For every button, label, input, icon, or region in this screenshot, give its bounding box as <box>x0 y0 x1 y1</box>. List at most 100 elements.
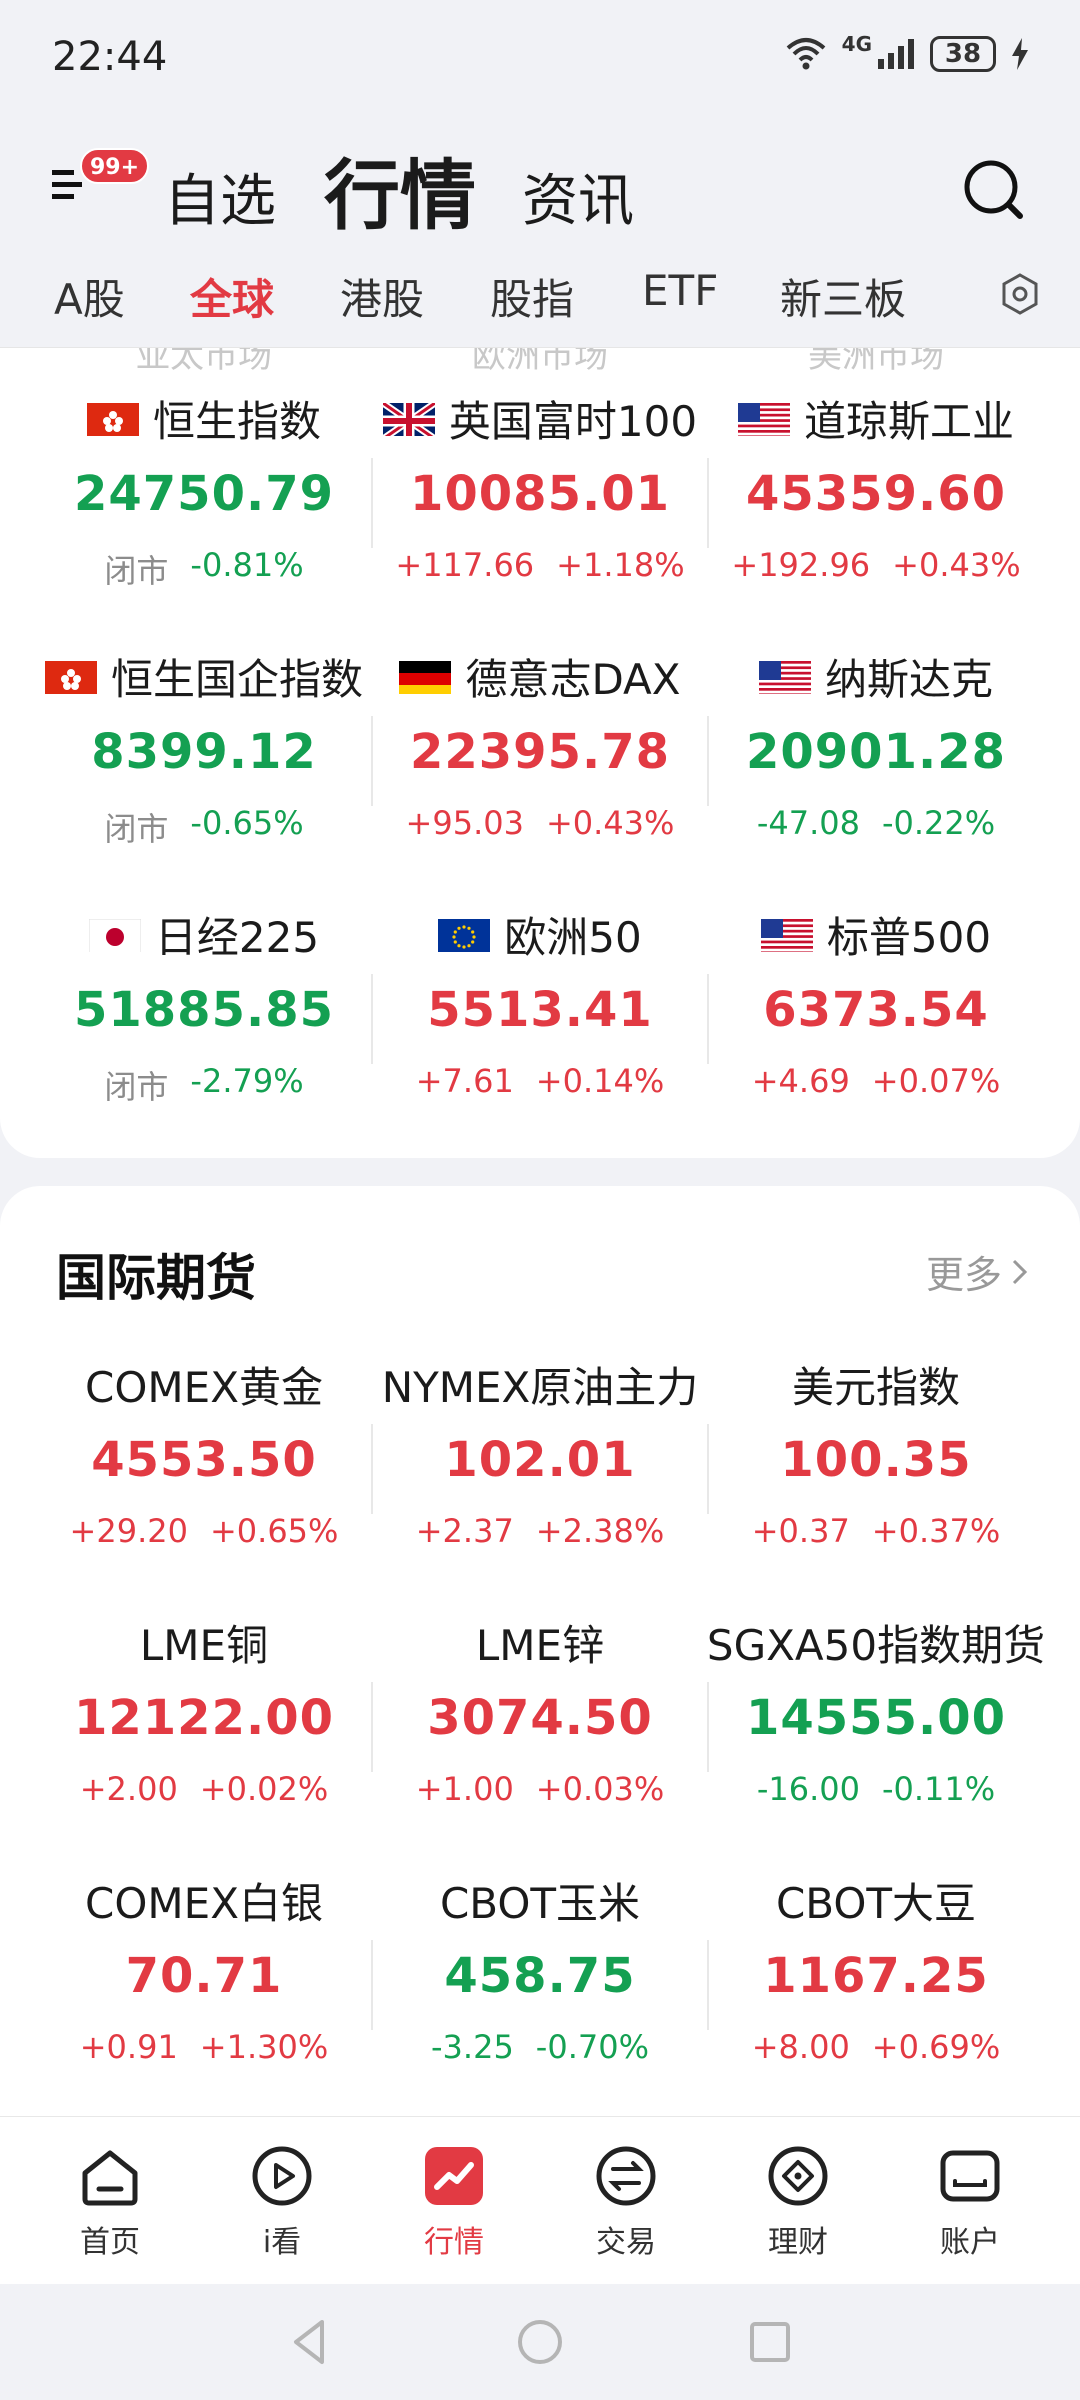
quote-name: 标普500 <box>826 912 992 962</box>
quote-name-row: 纳斯达克 <box>708 646 1044 706</box>
quote-change-percent: +0.43% <box>545 804 675 842</box>
index-card[interactable]: 欧洲50 5513.41 +7.61 +0.14% <box>372 904 708 1158</box>
quote-price: 10085.01 <box>409 466 671 522</box>
index-card[interactable]: 恒生国企指数 8399.12 闭市 -0.65% <box>36 646 372 904</box>
quote-price: 14555.00 <box>745 1690 1007 1746</box>
bottom-nav-home[interactable]: 首页 <box>50 2141 170 2261</box>
sub-tab-index[interactable]: 股指 <box>490 266 574 327</box>
quote-name: CBOT玉米 <box>439 1878 641 1928</box>
tab-settings-button[interactable] <box>998 272 1048 322</box>
tab-watchlist[interactable]: 自选 <box>164 156 276 237</box>
quote-price: 6373.54 <box>763 982 989 1038</box>
futures-card-item[interactable]: LME锌 3074.50 +1.00 +0.03% <box>372 1612 708 1870</box>
sub-tab-neeq[interactable]: 新三板 <box>780 266 906 327</box>
index-card[interactable]: 恒生指数 24750.79 闭市 -0.81% <box>36 388 372 646</box>
quote-change-percent: +0.02% <box>199 1770 329 1808</box>
home-circle-icon[interactable] <box>510 2312 570 2372</box>
sub-tab-a-shares[interactable]: A股 <box>54 266 125 327</box>
united-states-flag-icon <box>758 658 811 694</box>
quote-name: SGXA50指数期货 <box>706 1620 1046 1670</box>
sub-tab-etf[interactable]: ETF <box>642 266 718 315</box>
more-link[interactable]: 更多 <box>926 1244 1030 1299</box>
quote-change-row: +1.00 +0.03% <box>372 1770 708 1808</box>
index-card[interactable]: 标普500 6373.54 +4.69 +0.07% <box>708 904 1044 1158</box>
account-icon <box>940 2150 1000 2202</box>
gear-icon <box>1002 273 1038 315</box>
quote-name-row: 美元指数 <box>708 1354 1044 1414</box>
index-card[interactable]: 道琼斯工业 45359.60 +192.96 +0.43% <box>708 388 1044 646</box>
index-card[interactable]: 德意志DAX 22395.78 +95.03 +0.43% <box>372 646 708 904</box>
quote-change-row: +0.37 +0.37% <box>708 1512 1044 1550</box>
quote-name-row: SGXA50指数期货 <box>706 1612 1046 1672</box>
quote-change: +117.66 <box>395 546 535 584</box>
quote-change-percent: -0.65% <box>190 804 304 842</box>
futures-card-item[interactable]: CBOT玉米 458.75 -3.25 -0.70% <box>372 1870 708 2128</box>
united-states-flag-icon <box>737 400 790 436</box>
region-label-europe: 欧洲市场 <box>472 348 608 376</box>
quote-price: 8399.12 <box>91 724 317 780</box>
tab-news[interactable]: 资讯 <box>522 156 634 237</box>
quote-name-row: CBOT大豆 <box>708 1870 1044 1930</box>
futures-card-item[interactable]: COMEX白银 70.71 +0.91 +1.30% <box>36 1870 372 2128</box>
futures-card: 国际期货 更多 COMEX黄金 4553.50 +29.20 +0.65% NYMEX原… <box>0 1186 1080 2116</box>
quote-price: 100.35 <box>780 1432 972 1488</box>
quote-change-percent: +1.18% <box>556 546 685 584</box>
quote-change-row: -3.25 -0.70% <box>372 2028 708 2066</box>
bottom-nav-watch[interactable]: i看 <box>222 2141 342 2261</box>
quote-change-percent: +2.38% <box>535 1512 665 1550</box>
recents-icon[interactable] <box>740 2312 800 2372</box>
quote-name: 英国富时100 <box>448 396 698 446</box>
quote-change: +0.91 <box>79 2028 178 2066</box>
quote-change-row: +0.91 +1.30% <box>36 2028 372 2066</box>
quote-change-percent: -0.81% <box>190 546 304 584</box>
market-closed-label: 闭市 <box>104 552 169 590</box>
futures-card-item[interactable]: 美元指数 100.35 +0.37 +0.37% <box>708 1354 1044 1612</box>
futures-card-item[interactable]: CBOT大豆 1167.25 +8.00 +0.69% <box>708 1870 1044 2128</box>
quote-name: 日经225 <box>154 912 320 962</box>
quote-change-row: +117.66 +1.18% <box>372 546 708 584</box>
back-icon[interactable] <box>280 2312 340 2372</box>
play-icon <box>252 2146 312 2206</box>
quote-change-row: +192.96 +0.43% <box>708 546 1044 584</box>
quote-change: +7.61 <box>415 1062 514 1100</box>
hong-kong-flag-icon <box>86 400 139 436</box>
quote-change-row: 闭市 -2.79% <box>36 1062 372 1108</box>
japan-flag-icon <box>88 916 141 952</box>
quote-name-row: 道琼斯工业 <box>708 388 1044 448</box>
futures-card-item[interactable]: SGXA50指数期货 14555.00 -16.00 -0.11% <box>706 1612 1046 1870</box>
quote-price: 3074.50 <box>427 1690 653 1746</box>
quote-change: +1.00 <box>415 1770 514 1808</box>
bottom-nav-trade[interactable]: 交易 <box>566 2141 686 2261</box>
futures-card-item[interactable]: COMEX黄金 4553.50 +29.20 +0.65% <box>36 1354 372 1612</box>
status-time: 22:44 <box>52 34 168 80</box>
quote-change-percent: +0.03% <box>535 1770 665 1808</box>
status-icons: 4G 38 <box>784 30 1030 78</box>
market-icon <box>425 2147 483 2205</box>
quote-name: LME铜 <box>139 1620 269 1670</box>
region-label-asia: 亚太市场 <box>136 348 272 376</box>
sub-tab-hk[interactable]: 港股 <box>340 266 424 327</box>
sub-tab-global[interactable]: 全球 <box>190 266 274 327</box>
quote-price: 22395.78 <box>409 724 671 780</box>
futures-card-item[interactable]: LME铜 12122.00 +2.00 +0.02% <box>36 1612 372 1870</box>
index-card[interactable]: 纳斯达克 20901.28 -47.08 -0.22% <box>708 646 1044 904</box>
quote-name: CBOT大豆 <box>775 1878 977 1928</box>
index-card[interactable]: 英国富时100 10085.01 +117.66 +1.18% <box>372 388 708 646</box>
bottom-nav-market[interactable]: 行情 <box>394 2141 514 2261</box>
futures-title: 国际期货 <box>56 1249 256 1307</box>
home-icon <box>82 2150 138 2206</box>
quote-change: +29.20 <box>69 1512 188 1550</box>
futures-card-item[interactable]: NYMEX原油主力 102.01 +2.37 +2.38% <box>372 1354 708 1612</box>
quote-change-percent: +0.14% <box>535 1062 665 1100</box>
bottom-nav-account[interactable]: 账户 <box>910 2141 1030 2261</box>
search-button[interactable] <box>958 154 1030 226</box>
quote-name: 欧洲50 <box>504 912 642 962</box>
tab-market[interactable]: 行情 <box>324 134 476 244</box>
quote-change-percent: -2.79% <box>190 1062 304 1100</box>
index-card[interactable]: 日经225 51885.85 闭市 -2.79% <box>36 904 372 1158</box>
hong-kong-flag-icon <box>44 658 97 694</box>
bottom-nav-wealth[interactable]: 理财 <box>738 2141 858 2261</box>
search-icon <box>964 160 1023 219</box>
quote-change: +95.03 <box>405 804 524 842</box>
wealth-icon <box>768 2146 828 2206</box>
